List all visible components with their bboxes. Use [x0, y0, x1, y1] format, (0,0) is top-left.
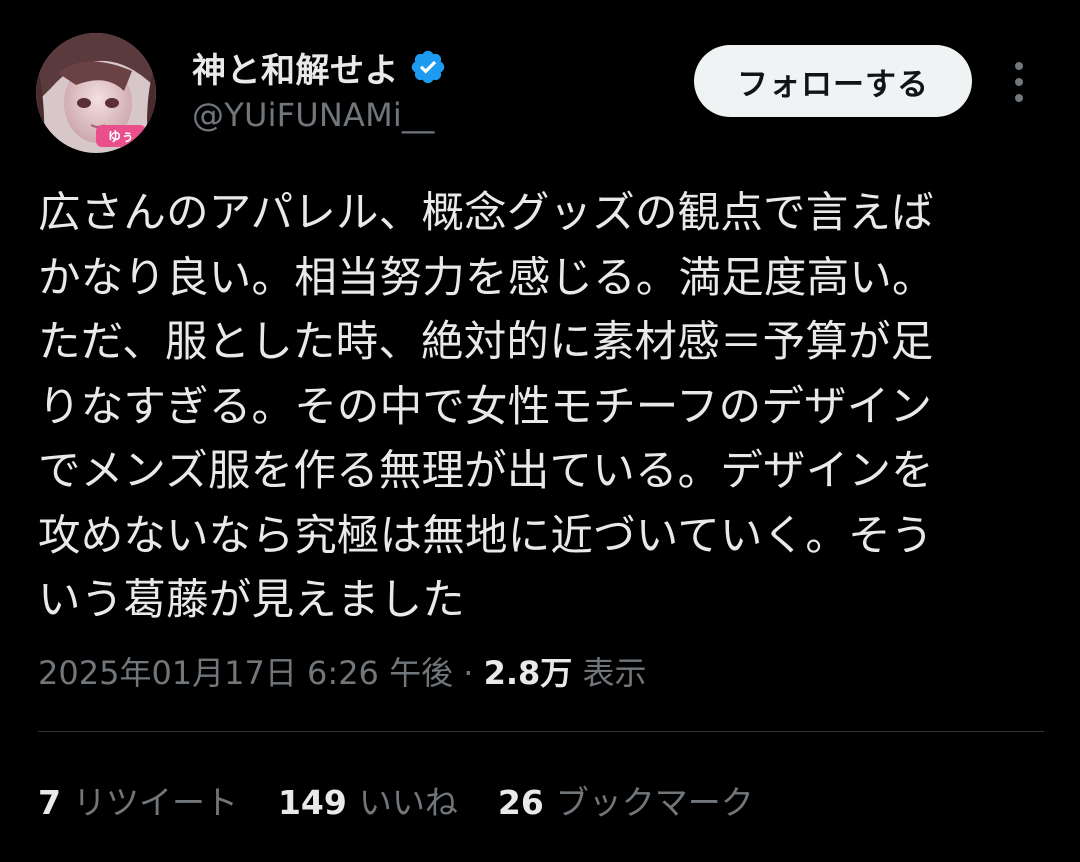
tweet-meta: 2025年01月17日 6:26 午後 · 2.8万 表示: [38, 648, 647, 694]
likes-stat[interactable]: 149 いいね: [278, 776, 458, 824]
views-label: 表示: [582, 654, 647, 692]
verified-badge-icon[interactable]: [409, 48, 447, 86]
retweets-label: リツイート: [72, 783, 238, 822]
engagement-stats: 7 リツイート 149 いいね 26 ブックマーク: [38, 776, 794, 824]
tweet-timestamp[interactable]: 2025年01月17日 6:26 午後: [38, 654, 453, 692]
author-name-row[interactable]: 神と和解せよ: [192, 42, 447, 92]
more-vertical-icon[interactable]: [1004, 58, 1034, 106]
avatar-image: ゆぅ: [36, 33, 156, 153]
divider: [38, 731, 1044, 732]
bookmarks-label: ブックマーク: [555, 783, 754, 822]
follow-button[interactable]: フォローする: [694, 45, 972, 117]
likes-label: いいね: [358, 783, 458, 822]
retweets-count: 7: [38, 783, 61, 822]
tweet-text: 広さんのアパレル、概念グッズの観点で言えば かなり良い。相当努力を感じる。満足度…: [38, 189, 935, 625]
bookmarks-count: 26: [497, 783, 544, 822]
author-display-name[interactable]: 神と和解せよ: [192, 43, 399, 92]
avatar-badge-text: ゆぅ: [108, 130, 134, 145]
tweet-detail: ゆぅ 神と和解せよ @YUiFUNAMi__ フォローする 広さんのアパレル、概…: [0, 0, 1080, 862]
meta-separator: ·: [463, 654, 474, 692]
avatar[interactable]: ゆぅ: [36, 33, 156, 153]
author-handle[interactable]: @YUiFUNAMi__: [192, 96, 434, 134]
retweets-stat[interactable]: 7 リツイート: [38, 776, 238, 824]
views-count: 2.8万: [483, 654, 573, 692]
bookmarks-stat[interactable]: 26 ブックマーク: [498, 776, 754, 824]
likes-count: 149: [277, 783, 347, 822]
